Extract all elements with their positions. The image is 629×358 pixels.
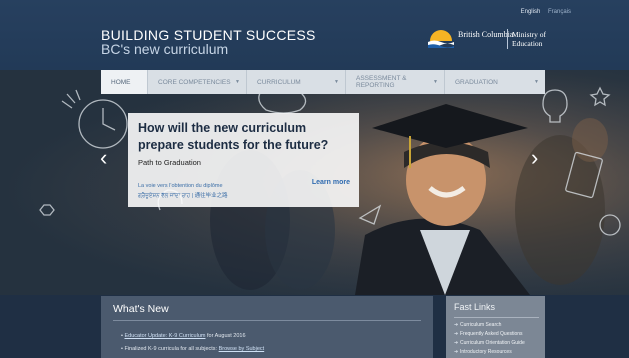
nav-core-competencies[interactable]: CORE COMPETENCIES ▼ [148, 70, 247, 94]
learn-more-link[interactable]: Learn more [312, 179, 350, 186]
list-item: • Finalized K-9 curricula for all subjec… [121, 346, 264, 352]
chevron-down-icon: ▼ [235, 79, 240, 85]
nav-core-competencies-label: CORE COMPETENCIES [158, 78, 231, 86]
link-french[interactable]: La voie vers l'obtention du diplôme [138, 181, 228, 191]
whats-new-panel: What's New • Educator Update: K-9 Curric… [101, 296, 433, 358]
fast-link-label: Curriculum Orientation Guide [460, 340, 525, 346]
fast-link-introductory-resources[interactable]: ➜ Introductory Resources [454, 349, 512, 355]
main-navigation: HOME CORE COMPETENCIES ▼ CURRICULUM ▼ AS… [101, 70, 545, 94]
carousel-next-button[interactable]: › [531, 145, 538, 171]
divider [113, 320, 421, 321]
nav-graduation[interactable]: GRADUATION ▼ [445, 70, 545, 94]
link-chinese[interactable]: 通往毕业之路 [195, 193, 228, 199]
bc-government-logo[interactable]: British Columbia Ministry of Education [428, 27, 550, 53]
carousel-slide-card: How will the new curriculum prepare stud… [128, 113, 359, 207]
bc-sun-icon [428, 30, 454, 48]
educator-update-link[interactable]: Educator Update: K-9 Curriculum [124, 333, 205, 339]
list-item-text: Finalized K-9 curricula for all subjects… [124, 346, 219, 352]
chevron-down-icon: ▼ [534, 79, 539, 85]
slide-subheading: Path to Graduation [138, 158, 201, 167]
nav-curriculum[interactable]: CURRICULUM ▼ [247, 70, 346, 94]
fast-links-heading: Fast Links [454, 302, 496, 312]
fast-link-orientation-guide[interactable]: ➜ Curriculum Orientation Guide [454, 340, 525, 346]
browse-by-subject-link[interactable]: Browse by Subject [219, 346, 265, 352]
carousel-prev-button[interactable]: ‹ [100, 145, 107, 171]
link-punjabi[interactable]: ਗ੍ਰੈਜੂਏਸ਼ਨ ਵੱਲ ਜਾਂਦਾ ਰਾਹ [138, 193, 190, 199]
site-subtitle: BC's new curriculum [101, 41, 229, 57]
site-header: English Français BUILDING STUDENT SUCCES… [0, 0, 629, 70]
page: English Français BUILDING STUDENT SUCCES… [0, 0, 629, 358]
list-item: • Educator Update: K-9 Curriculum for Au… [121, 333, 246, 339]
language-switcher: English Français [515, 9, 571, 15]
nav-assessment-reporting[interactable]: ASSESSMENT & REPORTING ▼ [346, 70, 445, 94]
bc-logo-text: British Columbia [458, 30, 514, 39]
nav-curriculum-label: CURRICULUM [257, 78, 301, 86]
slide-translation-links: La voie vers l'obtention du diplôme ਗ੍ਰੈ… [138, 181, 228, 201]
fast-link-curriculum-search[interactable]: ➜ Curriculum Search [454, 322, 501, 328]
fast-link-label: Frequently Asked Questions [460, 331, 523, 337]
nav-graduation-label: GRADUATION [455, 78, 498, 86]
fast-links-panel: Fast Links ➜ Curriculum Search ➜ Frequentl… [446, 296, 545, 358]
logo-divider [507, 29, 508, 49]
lang-english-link[interactable]: English [521, 9, 541, 15]
ministry-logo-text: Ministry of Education [512, 30, 546, 48]
nav-assessment-reporting-label: ASSESSMENT & REPORTING [356, 75, 407, 89]
fast-link-label: Curriculum Search [460, 322, 502, 328]
nav-home-label: HOME [111, 78, 131, 86]
list-item-text: for August 2016 [205, 333, 246, 339]
chevron-down-icon: ▼ [433, 79, 438, 85]
nav-home[interactable]: HOME [101, 70, 148, 94]
fast-link-faq[interactable]: ➜ Frequently Asked Questions [454, 331, 523, 337]
fast-link-label: Introductory Resources [460, 349, 512, 355]
chevron-down-icon: ▼ [334, 79, 339, 85]
divider [454, 317, 539, 318]
slide-heading: How will the new curriculum prepare stud… [138, 121, 329, 152]
whats-new-heading: What's New [113, 303, 169, 315]
lang-french-link[interactable]: Français [548, 9, 571, 15]
